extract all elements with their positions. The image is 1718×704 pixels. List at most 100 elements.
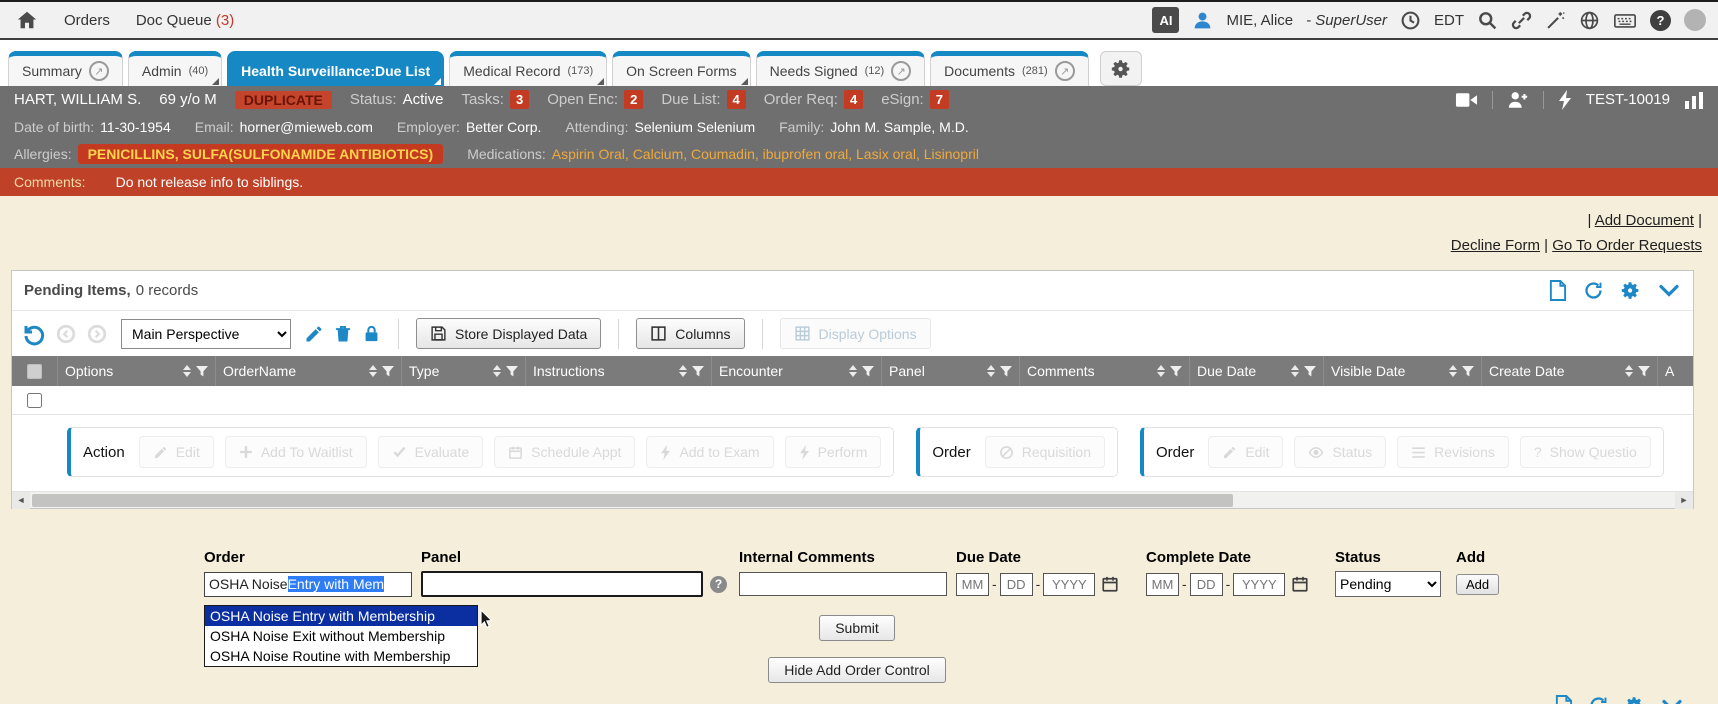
calendar-icon[interactable] <box>1291 575 1309 593</box>
video-camera-icon[interactable] <box>1455 91 1478 109</box>
history-back-icon[interactable] <box>55 323 77 345</box>
filter-funnel-icon[interactable] <box>1000 366 1012 377</box>
status-select[interactable]: Pending <box>1335 571 1441 597</box>
go-to-order-requests-link[interactable]: Go To Order Requests <box>1552 237 1702 254</box>
add-person-icon[interactable] <box>1507 90 1529 109</box>
scrollbar-track[interactable] <box>30 492 1675 509</box>
help-icon[interactable]: ? <box>1650 10 1671 31</box>
add-order-button[interactable]: Add <box>1456 574 1499 595</box>
sort-icon[interactable] <box>1291 365 1299 377</box>
globe-icon[interactable] <box>1579 10 1600 31</box>
ai-badge[interactable]: AI <box>1152 7 1179 33</box>
sort-icon[interactable] <box>1157 365 1165 377</box>
due-month-input[interactable] <box>956 573 989 596</box>
panel-input[interactable] <box>421 571 703 597</box>
column-header-type[interactable]: Type <box>402 356 526 386</box>
home-icon[interactable] <box>16 9 38 31</box>
user-name[interactable]: MIE, Alice <box>1226 12 1293 29</box>
collapse-chevron-icon[interactable] <box>1657 280 1681 301</box>
display-options-button[interactable]: Display Options <box>780 318 931 349</box>
link-icon[interactable] <box>1511 10 1532 31</box>
tab-documents[interactable]: Documents (281) ↗ <box>930 51 1089 86</box>
add-to-waitlist-button[interactable]: Add To Waitlist <box>225 436 367 468</box>
patient-name[interactable]: HART, WILLIAM S. <box>14 91 141 108</box>
due-day-input[interactable] <box>1000 573 1033 596</box>
nav-doc-queue[interactable]: Doc Queue (3) <box>136 12 234 29</box>
decline-form-link[interactable]: Decline Form <box>1451 237 1540 254</box>
help-circle-icon[interactable]: ? <box>710 576 727 593</box>
tab-settings-button[interactable] <box>1100 51 1142 86</box>
popout-icon[interactable]: ↗ <box>89 61 109 81</box>
filter-funnel-icon[interactable] <box>196 366 208 377</box>
sort-icon[interactable] <box>369 365 377 377</box>
edit-button[interactable]: Edit <box>139 436 214 468</box>
avatar[interactable] <box>1684 9 1706 31</box>
evaluate-button[interactable]: Evaluate <box>378 436 483 468</box>
filter-funnel-icon[interactable] <box>862 366 874 377</box>
refresh-icon[interactable] <box>1588 695 1609 704</box>
select-all-checkbox[interactable] <box>27 364 42 379</box>
new-document-icon[interactable] <box>1548 280 1567 301</box>
revisions-button[interactable]: Revisions <box>1397 436 1509 468</box>
internal-comments-input[interactable] <box>739 572 947 596</box>
submit-button[interactable]: Submit <box>819 615 895 641</box>
sort-icon[interactable] <box>493 365 501 377</box>
lock-icon[interactable] <box>362 324 381 344</box>
due-year-input[interactable] <box>1043 573 1095 596</box>
column-header-instructions[interactable]: Instructions <box>526 356 712 386</box>
new-document-icon[interactable] <box>1554 695 1573 704</box>
search-icon[interactable] <box>1477 10 1498 31</box>
schedule-appt-button[interactable]: Schedule Appt <box>494 436 635 468</box>
filter-funnel-icon[interactable] <box>1638 366 1650 377</box>
tab-admin[interactable]: Admin (40) <box>128 51 222 86</box>
open-enc-count-badge[interactable]: 2 <box>624 90 643 109</box>
filter-funnel-icon[interactable] <box>692 366 704 377</box>
columns-button[interactable]: Columns <box>636 318 744 349</box>
tab-health-surveillance-due-list[interactable]: Health Surveillance:Due List <box>227 51 444 86</box>
sort-icon[interactable] <box>1449 365 1457 377</box>
history-forward-icon[interactable] <box>86 323 108 345</box>
gear-icon[interactable] <box>1620 280 1641 301</box>
scroll-right-arrow[interactable]: ► <box>1675 492 1693 509</box>
order-edit-button[interactable]: Edit <box>1208 436 1283 468</box>
column-header-visible-date[interactable]: Visible Date <box>1324 356 1482 386</box>
delete-perspective-trash-icon[interactable] <box>333 324 353 344</box>
filter-funnel-icon[interactable] <box>1304 366 1316 377</box>
column-header-partial[interactable]: A <box>1658 356 1698 386</box>
column-header-due-date[interactable]: Due Date <box>1190 356 1324 386</box>
dropdown-option-highlighted[interactable]: OSHA Noise Entry with Membership <box>205 606 477 626</box>
row-checkbox[interactable] <box>27 393 42 408</box>
column-header-encounter[interactable]: Encounter <box>712 356 882 386</box>
column-header-comments[interactable]: Comments <box>1020 356 1190 386</box>
sort-icon[interactable] <box>1625 365 1633 377</box>
column-header-create-date[interactable]: Create Date <box>1482 356 1658 386</box>
collapse-chevron-icon[interactable] <box>1660 695 1684 704</box>
edit-perspective-pencil-icon[interactable] <box>304 324 324 344</box>
scroll-left-arrow[interactable]: ◄ <box>12 492 30 509</box>
store-displayed-data-button[interactable]: Store Displayed Data <box>416 318 601 349</box>
filter-funnel-icon[interactable] <box>1462 366 1474 377</box>
dropdown-option[interactable]: OSHA Noise Routine with Membership <box>205 646 477 666</box>
complete-month-input[interactable] <box>1146 573 1179 596</box>
order-autocomplete-input[interactable]: OSHA Noise Entry with Mem <box>204 572 412 597</box>
refresh-icon[interactable] <box>1583 280 1604 301</box>
column-header-options[interactable]: Options <box>58 356 216 386</box>
column-header-panel[interactable]: Panel <box>882 356 1020 386</box>
popout-icon[interactable]: ↗ <box>1055 61 1075 81</box>
sort-icon[interactable] <box>849 365 857 377</box>
tasks-count-badge[interactable]: 3 <box>510 90 529 109</box>
email-value[interactable]: horner@mieweb.com <box>240 119 373 135</box>
nav-orders[interactable]: Orders <box>64 12 110 29</box>
order-req-count-badge[interactable]: 4 <box>844 90 863 109</box>
undo-icon[interactable] <box>22 322 46 346</box>
add-to-exam-button[interactable]: Add to Exam <box>646 436 773 468</box>
filter-funnel-icon[interactable] <box>382 366 394 377</box>
wand-icon[interactable] <box>1545 10 1566 31</box>
status-button[interactable]: Status <box>1294 436 1386 468</box>
hide-add-order-control-button[interactable]: Hide Add Order Control <box>768 657 946 683</box>
esign-count-badge[interactable]: 7 <box>930 90 949 109</box>
due-list-count-badge[interactable]: 4 <box>727 90 746 109</box>
show-questions-button[interactable]: ? Show Questio <box>1520 436 1651 468</box>
calendar-icon[interactable] <box>1101 575 1119 593</box>
filter-funnel-icon[interactable] <box>1170 366 1182 377</box>
